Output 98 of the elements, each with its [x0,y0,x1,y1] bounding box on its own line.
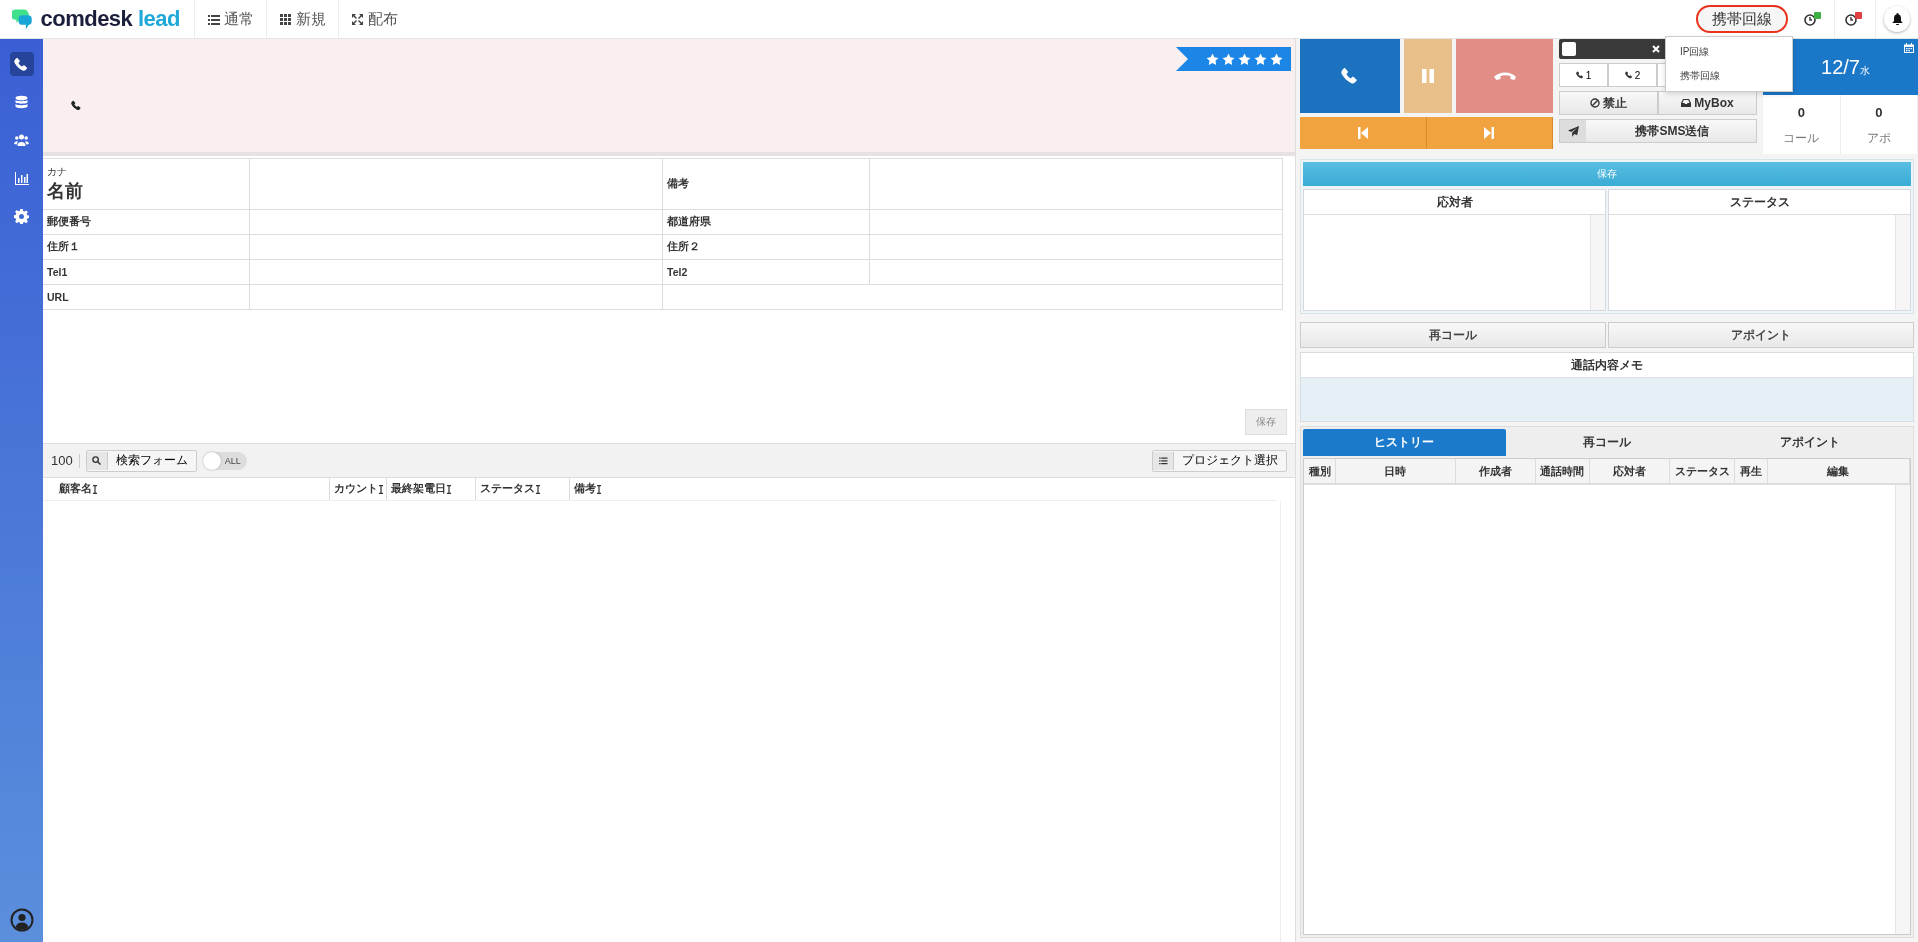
calendar-icon[interactable] [1904,43,1914,53]
star-icon[interactable] [1222,52,1235,66]
column-header: 編集 [1767,459,1910,483]
scrollbar[interactable] [1895,215,1910,310]
hang-up-button[interactable] [1456,39,1553,113]
line-select-button[interactable]: 携帯回線 [1696,5,1788,33]
grid-icon [279,12,292,26]
memo-field[interactable] [1301,378,1913,421]
scrollbar[interactable] [1590,215,1605,310]
line-button[interactable]: 2 [1608,63,1657,87]
sms-send-button[interactable]: 携帯SMS送信 [1559,119,1757,143]
column-header: 日時 [1336,459,1456,483]
scrollbar[interactable] [1895,485,1910,934]
project-select-button[interactable]: プロジェクト選択 [1152,449,1287,472]
skip-back-icon [1357,127,1368,139]
tab[interactable]: ヒストリー [1303,429,1506,456]
pause-icon [1422,69,1434,83]
column-header: 応対者 [1304,190,1605,215]
list-icon [207,12,220,26]
sort-icon [597,484,601,494]
paper-plane-icon [1567,125,1579,137]
all-toggle[interactable]: ALL [202,451,247,470]
user-avatar-icon[interactable] [9,908,34,932]
field-label: 郵便番号 [43,210,250,234]
appointment-button[interactable]: アポイント [1608,322,1914,348]
expand-icon [351,12,364,26]
sort-icon [379,484,383,494]
column-header: 通話時間 [1535,459,1590,483]
search-icon [92,456,102,465]
tab[interactable]: 再コール [1505,429,1709,456]
line-button[interactable]: 1 [1559,63,1608,87]
weekday-text: 水 [1860,65,1870,78]
sort-icon [536,484,540,494]
field-label-name: 名前 [47,180,83,203]
recall-button[interactable]: 再コール [1300,322,1606,348]
search-form-button[interactable]: 検索フォーム [85,449,197,472]
clock-icon[interactable] [1845,12,1865,26]
column-header: 再生 [1735,459,1768,483]
mybox-button[interactable]: MyBox [1658,91,1757,115]
column-header: 応対者 [1589,459,1671,483]
column-header[interactable]: ステータス [476,478,570,500]
hold-button[interactable] [1404,39,1452,113]
close-icon[interactable] [1652,45,1660,53]
list-icon [1158,456,1168,465]
settings-icon [14,208,29,224]
count-label: コール [1783,130,1820,147]
field-label: 住所２ [663,235,870,259]
star-icon[interactable] [1270,52,1283,66]
tab[interactable]: アポイント [1708,429,1911,456]
bar-chart-icon [14,170,29,186]
skip-forward-icon [1484,127,1495,139]
column-header: 種別 [1304,459,1337,483]
record-count: 100 [51,453,73,468]
column-header: ステータス [1670,459,1736,483]
checkbox[interactable] [1562,42,1576,56]
inbox-icon [1681,99,1692,107]
database-icon [14,94,29,110]
phone-icon[interactable] [71,100,82,111]
clock-icon[interactable] [1804,12,1824,26]
memo-title: 通話内容メモ [1301,353,1913,378]
sort-icon [93,484,97,494]
column-header: 作成者 [1455,459,1536,483]
column-header[interactable]: 最終架電日 [387,478,476,500]
date-text: 12/7 [1821,55,1860,79]
phone-icon [1341,67,1359,85]
phone-icon [14,56,29,72]
field-label: URL [43,285,250,309]
block-button[interactable]: 禁止 [1559,91,1658,115]
ban-icon [1590,98,1600,108]
column-header: ステータス [1609,190,1910,215]
star-icon[interactable] [1206,52,1219,66]
field-sublabel: カナ [47,165,67,179]
notification-button[interactable] [1884,6,1910,32]
column-header[interactable]: 顧客名 [43,478,330,500]
menu-item[interactable]: IP回線 [1666,40,1792,64]
field-label: 都道府県 [663,210,870,234]
count-value: 0 [1875,105,1883,120]
star-icon[interactable] [1238,52,1251,66]
users-icon [14,132,29,148]
bell-icon [1891,13,1903,25]
field-label: 備考 [663,159,870,209]
phone-icon [1575,71,1584,79]
call-button[interactable] [1300,39,1400,113]
star-rating[interactable] [1206,52,1283,66]
sidebar-item[interactable] [9,52,34,76]
sort-icon [447,484,451,494]
field-label: 住所１ [43,235,250,259]
field-label: Tel2 [663,260,870,284]
menu-item[interactable]: 携帯回線 [1666,64,1792,88]
star-icon[interactable] [1254,52,1267,66]
phone-icon [1624,71,1633,79]
logo-text: comdesk lead [40,6,180,32]
count-value: 0 [1797,105,1805,120]
column-header[interactable]: カウント [330,478,387,500]
count-label: アポ [1866,130,1891,147]
field-label: Tel1 [43,260,250,284]
hang-up-icon [1492,71,1517,81]
column-header[interactable]: 備考 [570,478,601,500]
